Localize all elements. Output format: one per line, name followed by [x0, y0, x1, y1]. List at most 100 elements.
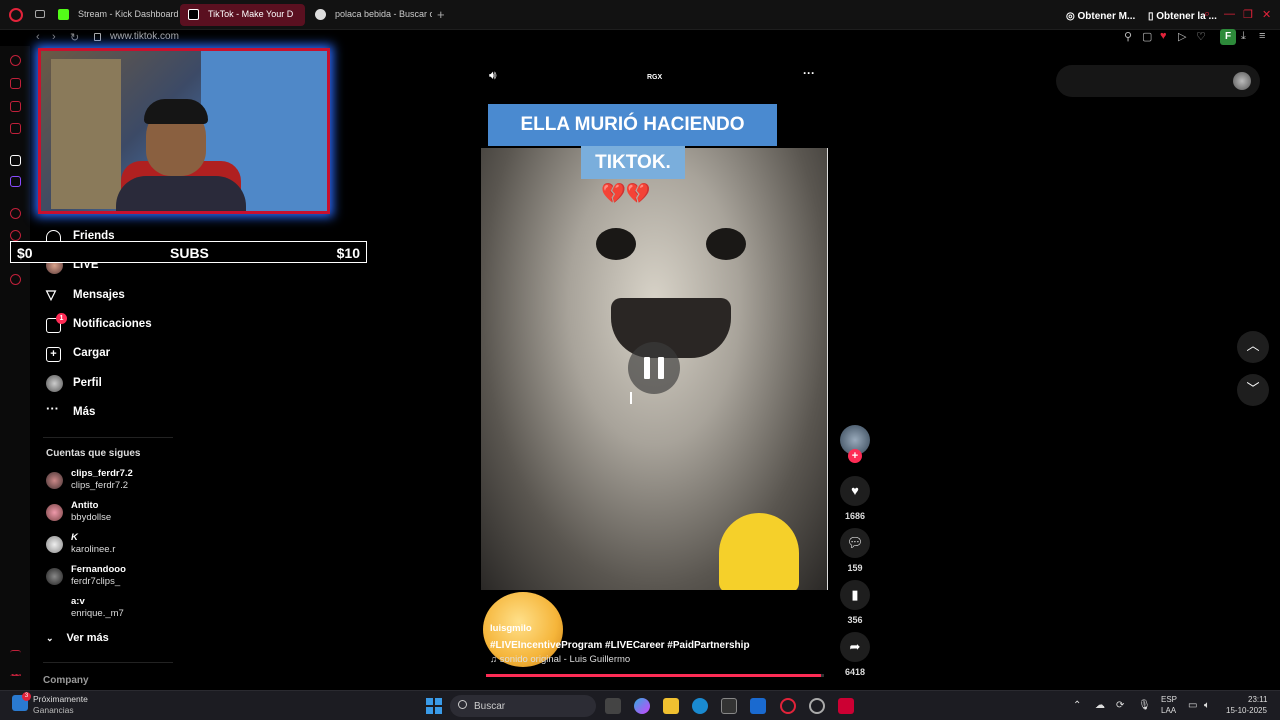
layout-label[interactable]: LAA: [1161, 706, 1176, 715]
player-icon[interactable]: ▷: [1178, 30, 1186, 43]
task-view-icon[interactable]: [605, 698, 621, 714]
notification-badge: 1: [56, 313, 67, 324]
upload-icon: +: [46, 347, 61, 362]
sync-icon[interactable]: ⟳: [1116, 700, 1124, 711]
settings-icon[interactable]: [10, 274, 21, 285]
video-sound[interactable]: ♫ sonido original - Luis Guillermo: [490, 654, 630, 665]
clock-date[interactable]: 15-10-2025: [1226, 706, 1267, 715]
subs-start-amount: $0: [17, 245, 33, 261]
network-icon[interactable]: ▭: [1188, 700, 1197, 711]
edge-icon[interactable]: [692, 698, 708, 714]
video-progress-fill: [486, 674, 821, 677]
widgets-line1: Próximamente: [33, 694, 88, 704]
tiktok-icon: [188, 9, 199, 20]
webcam-person-headset: [144, 99, 208, 124]
opera-logo-icon[interactable]: [9, 8, 23, 22]
video-options-icon[interactable]: ···: [803, 66, 815, 80]
save-button[interactable]: ▮: [840, 580, 870, 610]
lock-icon: [94, 33, 101, 41]
messenger-icon[interactable]: [10, 101, 21, 112]
opera-sidebar: [0, 46, 30, 690]
tray-chevron-icon[interactable]: ⌃: [1073, 700, 1081, 711]
see-more-button[interactable]: ⌄ Ver más: [46, 632, 109, 644]
follow-plus-button[interactable]: +: [848, 449, 862, 463]
video-progress-bar[interactable]: [486, 674, 824, 677]
pause-button[interactable]: [628, 342, 680, 394]
send-icon: ▽: [46, 287, 56, 302]
webcam-background: [51, 59, 121, 209]
subs-label: SUBS: [170, 245, 209, 261]
like-button[interactable]: ♥: [840, 476, 870, 506]
start-button[interactable]: [426, 698, 442, 714]
news-icon[interactable]: [10, 123, 21, 134]
history-icon[interactable]: [10, 230, 21, 241]
copilot-icon[interactable]: [634, 698, 650, 714]
close-icon[interactable]: ✕: [1262, 8, 1271, 21]
language-label[interactable]: ESP: [1161, 695, 1177, 704]
restore-icon[interactable]: ❐: [1243, 8, 1253, 21]
company-link[interactable]: Company: [43, 675, 89, 686]
windows-taskbar: 3 Próximamente Ganancias Buscar ⌃ ☁ ⟳ 🎙︎…: [0, 690, 1280, 720]
video-caption[interactable]: #LIVEIncentiveProgram #LIVECareer #PaidP…: [490, 640, 750, 651]
video-figure-eye: [706, 228, 746, 260]
onedrive-icon[interactable]: ☁: [1095, 700, 1105, 711]
subs-goal-amount: $10: [336, 245, 360, 261]
get-coins-button[interactable]: ◎ Obtener M...: [1066, 11, 1135, 22]
forward-icon[interactable]: ›: [52, 31, 56, 43]
next-video-button[interactable]: ﹀: [1237, 374, 1269, 406]
back-icon[interactable]: ‹: [36, 31, 40, 43]
volume-icon[interactable]: 🔊︎: [489, 68, 497, 83]
following-title: Cuentas que sigues: [46, 448, 141, 459]
shopping-icon[interactable]: [10, 78, 21, 89]
vpn-shield-icon[interactable]: ♥: [1160, 30, 1167, 42]
microphone-icon[interactable]: 🎙︎: [1138, 700, 1151, 711]
player-rail-icon[interactable]: [10, 208, 21, 219]
comment-count: 159: [847, 563, 863, 573]
tab-islands-icon[interactable]: [35, 10, 45, 18]
app-icon[interactable]: [750, 698, 766, 714]
webcam-person-body: [116, 176, 246, 211]
gx-icon[interactable]: [10, 650, 21, 656]
tab-label: TikTok - Make Your D: [208, 9, 294, 19]
chevron-down-icon: ⌄: [46, 633, 54, 643]
snapshot-icon[interactable]: ▢: [1142, 30, 1152, 43]
menu-icon[interactable]: ≡: [1259, 30, 1265, 42]
file-explorer-icon[interactable]: [663, 698, 679, 714]
download-icon[interactable]: ⤓: [1241, 30, 1246, 43]
comment-button[interactable]: 💬︎: [840, 528, 870, 558]
opera-gx-icon[interactable]: [780, 698, 796, 714]
address-input[interactable]: www.tiktok.com: [110, 31, 179, 42]
tab-label: Stream - Kick Dashboard: [78, 9, 178, 19]
kick-icon: [58, 9, 69, 20]
widgets-line2: Ganancias: [33, 705, 74, 715]
tab-google-search[interactable]: polaca bebida - Buscar c: [307, 4, 432, 26]
video-figure-eye: [596, 228, 636, 260]
reload-icon[interactable]: ↻: [70, 31, 79, 44]
obs-icon[interactable]: [809, 698, 825, 714]
clock-time[interactable]: 23:11: [1248, 695, 1267, 704]
favorites-heart-icon[interactable]: ♡: [1196, 30, 1206, 43]
store-icon[interactable]: [721, 698, 737, 714]
aria-icon[interactable]: [10, 55, 21, 66]
taskbar-search[interactable]: [450, 695, 596, 717]
new-tab-button[interactable]: +: [437, 7, 445, 22]
share-button[interactable]: ➦: [840, 632, 870, 662]
pin-icon[interactable]: ⚲: [1124, 30, 1132, 43]
volume-tray-icon[interactable]: 🔈︎: [1204, 700, 1210, 711]
tiktok-rail-icon[interactable]: [10, 155, 21, 166]
pause-icon-bar: [658, 357, 664, 379]
get-app-button[interactable]: ▯ Obtener la ...: [1148, 11, 1217, 22]
user-avatar[interactable]: [1233, 72, 1251, 90]
address-bar-row: ‹ › ↻: [30, 30, 1280, 46]
tab-kick-dashboard[interactable]: Stream - Kick Dashboard: [50, 4, 178, 26]
minimize-icon[interactable]: —: [1224, 8, 1235, 20]
video-author[interactable]: luisgmilo: [490, 623, 532, 634]
rail-more-icon[interactable]: [10, 674, 21, 677]
nav-divider: [43, 662, 173, 663]
app2-icon[interactable]: [838, 698, 854, 714]
profile-button[interactable]: F: [1220, 29, 1236, 45]
twitch-icon[interactable]: [10, 176, 21, 187]
tab-tiktok[interactable]: TikTok - Make Your D: [180, 4, 305, 26]
video-top-label: RGX: [647, 74, 663, 81]
previous-video-button[interactable]: ︿: [1237, 331, 1269, 363]
